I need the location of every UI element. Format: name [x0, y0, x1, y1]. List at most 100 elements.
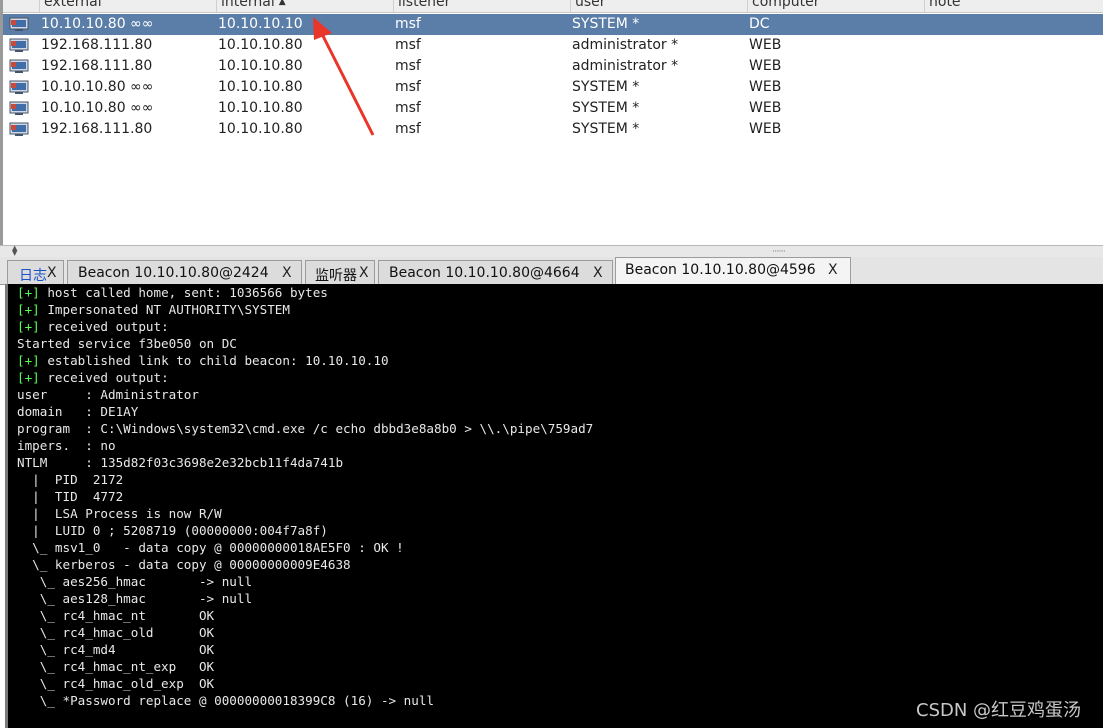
cell-computer: WEB	[749, 37, 782, 53]
table-row[interactable]: 192.168.111.80 10.10.10.80 msf administrato…	[3, 35, 1103, 56]
beacon-console[interactable]: [+] host called home, sent: 1036566 byte…	[5, 284, 1103, 728]
success-prefix: [+]	[17, 353, 40, 368]
tab-beacon-2424[interactable]: Beacon 10.10.10.80@2424 X	[67, 260, 302, 284]
cell-user: SYSTEM *	[572, 121, 640, 137]
close-icon[interactable]: X	[593, 265, 603, 281]
tab-listeners[interactable]: 监听器 X	[305, 260, 375, 284]
cell-computer: WEB	[749, 121, 782, 137]
column-label: note	[929, 0, 961, 10]
console-line: \_ rc4_hmac_nt OK	[17, 608, 214, 623]
beacon-session-icon	[9, 101, 29, 115]
table-row[interactable]: 10.10.10.80 ∞∞ 10.10.10.80 msf SYSTEM * WEB	[3, 98, 1103, 119]
cell-user: SYSTEM *	[572, 16, 640, 32]
column-label: user	[575, 0, 606, 10]
console-line: \_ rc4_md4 OK	[17, 642, 214, 657]
beacon-session-icon	[9, 80, 29, 94]
console-text: | LSA Process is now R/W	[17, 506, 222, 521]
column-header-user[interactable]: user	[570, 0, 747, 12]
console-line: \_ aes256_hmac -> null	[17, 574, 252, 589]
console-line: \_ rc4_hmac_old_exp OK	[17, 676, 214, 691]
console-line: program : C:\Windows\system32\cmd.exe /c…	[17, 421, 593, 436]
cell-external: 192.168.111.80	[41, 58, 153, 74]
cell-computer: WEB	[749, 58, 782, 74]
tab-label: Beacon 10.10.10.80@4664	[389, 265, 580, 281]
console-text: impers. : no	[17, 438, 116, 453]
close-icon[interactable]: X	[828, 262, 838, 278]
column-header-note[interactable]: note	[924, 0, 1103, 12]
console-line: | LUID 0 ; 5208719 (00000000:004f7a8f)	[17, 523, 328, 538]
console-text: \_ rc4_hmac_nt OK	[17, 608, 215, 623]
console-line: | TID 4772	[17, 489, 123, 504]
close-icon[interactable]: X	[282, 265, 292, 281]
console-text: \_ rc4_hmac_old_exp OK	[17, 676, 215, 691]
cell-external: 10.10.10.80 ∞∞	[41, 79, 154, 95]
console-line: [+] host called home, sent: 1036566 byte…	[17, 285, 328, 300]
column-label: listener	[398, 0, 451, 10]
console-line: \_ msv1_0 - data copy @ 00000000018AE5F0…	[17, 540, 404, 555]
console-text: received output:	[39, 370, 169, 385]
beacon-session-icon	[9, 59, 29, 73]
column-header-internal[interactable]: internal ▲	[216, 0, 393, 12]
tab-label: 日志	[19, 268, 47, 284]
close-icon[interactable]: X	[47, 265, 57, 281]
cell-external: 192.168.111.80	[41, 121, 153, 137]
cell-computer: WEB	[749, 100, 782, 116]
success-prefix: [+]	[17, 370, 40, 385]
cell-listener: msf	[395, 37, 421, 53]
cell-user: SYSTEM *	[572, 79, 640, 95]
console-text: Started service f3be050 on DC	[17, 336, 237, 351]
tab-beacon-4664[interactable]: Beacon 10.10.10.80@4664 X	[378, 260, 613, 284]
column-header-computer[interactable]: computer	[747, 0, 924, 12]
cell-listener: msf	[395, 16, 421, 32]
console-text: | TID 4772	[17, 489, 124, 504]
cell-listener: msf	[395, 121, 421, 137]
console-text: \_ *Password replace @ 00000000018399C8 …	[17, 693, 435, 708]
table-row[interactable]: 192.168.111.80 10.10.10.80 msf administrato…	[3, 56, 1103, 77]
collapse-arrows-icon[interactable]: ▲ ▼	[12, 245, 17, 257]
column-label: computer	[752, 0, 820, 10]
close-icon[interactable]: X	[359, 265, 369, 281]
console-line: \_ rc4_hmac_nt_exp OK	[17, 659, 214, 674]
console-line: [+] Impersonated NT AUTHORITY\SYSTEM	[17, 302, 290, 317]
tab-log[interactable]: 日志 X	[7, 260, 64, 284]
console-text: NTLM : 135d82f03c3698e2e32bcb11f4da741b	[17, 455, 344, 470]
console-text: \_ aes128_hmac -> null	[17, 591, 253, 606]
console-text: \_ rc4_hmac_old OK	[17, 625, 215, 640]
console-text: domain : DE1AY	[17, 404, 139, 419]
column-label: external	[44, 0, 102, 10]
console-text: established link to child beacon: 10.10.…	[39, 353, 389, 368]
tab-label: Beacon 10.10.10.80@2424	[78, 265, 269, 281]
column-header-listener[interactable]: listener	[393, 0, 570, 12]
table-row[interactable]: 10.10.10.80 ∞∞ 10.10.10.10 msf SYSTEM * DC	[3, 14, 1103, 35]
cell-user: SYSTEM *	[572, 100, 640, 116]
tab-beacon-4596[interactable]: Beacon 10.10.10.80@4596 X	[615, 257, 851, 285]
console-line: [+] established link to child beacon: 10…	[17, 353, 389, 368]
cell-listener: msf	[395, 100, 421, 116]
table-row[interactable]: 10.10.10.80 ∞∞ 10.10.10.80 msf SYSTEM * WEB	[3, 77, 1103, 98]
console-line: \_ rc4_hmac_old OK	[17, 625, 214, 640]
console-text: host called home, sent: 1036566 bytes	[39, 285, 328, 300]
console-line: \_ aes128_hmac -> null	[17, 591, 252, 606]
sessions-table: external internal ▲ listener user compute…	[0, 0, 1103, 245]
cell-internal: 10.10.10.80	[218, 121, 303, 137]
cell-listener: msf	[395, 79, 421, 95]
cell-external: 10.10.10.80 ∞∞	[41, 16, 154, 32]
watermark: CSDN @红豆鸡蛋汤	[916, 700, 1082, 721]
cell-external: 192.168.111.80	[41, 37, 153, 53]
console-line: NTLM : 135d82f03c3698e2e32bcb11f4da741b	[17, 455, 343, 470]
console-text: | PID 2172	[17, 472, 124, 487]
console-text: \_ rc4_md4 OK	[17, 642, 215, 657]
cell-external: 10.10.10.80 ∞∞	[41, 100, 154, 116]
table-row[interactable]: 192.168.111.80 10.10.10.80 msf SYSTEM * WEB	[3, 119, 1103, 140]
cell-computer: WEB	[749, 79, 782, 95]
console-text: \_ kerberos - data copy @ 00000000009E46…	[17, 557, 351, 572]
cell-computer: DC	[749, 16, 770, 32]
table-header: external internal ▲ listener user compute…	[3, 0, 1103, 13]
cell-user: administrator *	[572, 37, 679, 53]
beacon-session-icon	[9, 122, 29, 136]
cell-listener: msf	[395, 58, 421, 74]
column-header-external[interactable]: external	[39, 0, 216, 12]
drag-handle-icon[interactable]: ·······	[772, 247, 786, 257]
console-line: | PID 2172	[17, 472, 123, 487]
cell-internal: 10.10.10.80	[218, 79, 303, 95]
